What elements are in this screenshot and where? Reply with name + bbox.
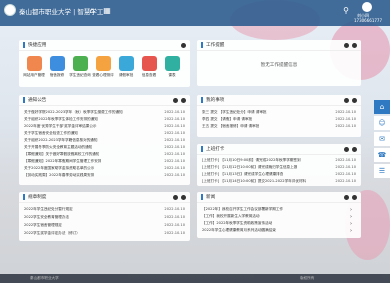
list-item[interactable]: 2022学生安全教育管理办法 2022.10.10 xyxy=(24,215,185,221)
refresh-icon[interactable] xyxy=(173,195,178,200)
list-item[interactable]: [上班打卡] 【11月13日】请完成学生心理健康排查 2022.10.10 xyxy=(202,172,356,178)
quick-apps-panel: 快捷应用 网站用户管理 宿舍报修 学生违纪查询 查看心理测评 请假审批 信息查看… xyxy=(19,40,190,87)
user-id: 17306661777 xyxy=(354,18,382,23)
list-item[interactable]: 【劳动实践周】2022年春季劳动实践周安排 2022.10.10 xyxy=(24,173,185,179)
settings-icon[interactable] xyxy=(352,195,357,200)
list-item[interactable]: 2022学生宿舍管理规定 2022.10.10 xyxy=(24,223,185,229)
panel-title: 我的事项 xyxy=(206,98,225,103)
list-item[interactable]: 【2022年】我校召开学生工作会议部署新学期工作 › xyxy=(202,207,356,213)
app-leave-approval[interactable]: 请假审批 xyxy=(115,56,137,78)
app-info-view[interactable]: 信息查看 xyxy=(138,56,160,78)
panel-title: 通知公告 xyxy=(28,98,47,103)
list-item[interactable]: 【工作】我校开展新生入学教育活动 › xyxy=(202,214,356,220)
list-item[interactable]: 关于做好学院2022-2023学年（秋）秋季学生缴费工作的通知 2022.10.1… xyxy=(24,110,185,116)
app-website-users[interactable]: 网站用户管理 xyxy=(23,56,45,78)
list-item[interactable]: 2022年学生心理健康教育月系列活动圆满结束 › xyxy=(202,228,356,234)
home-icon[interactable]: ⌂ xyxy=(86,4,98,16)
app-psych-test[interactable]: 查看心理测评 xyxy=(92,56,114,78)
list-item[interactable]: 关于组织2022年秋季学生体检工作安排的通知 2022.10.10 xyxy=(24,117,185,123)
app-violation-query[interactable]: 学生违纪查询 xyxy=(69,56,91,78)
panel-title: 规章制度 xyxy=(28,195,47,200)
side-chat-icon[interactable]: ✉ xyxy=(374,132,390,146)
panel-title: 快捷应用 xyxy=(28,43,47,48)
footer-right: 版权所有 xyxy=(300,276,315,280)
news-panel: 新闻 【2022年】我校召开学生工作会议部署新学期工作 › 【工作】我校开展新生入… xyxy=(197,192,361,238)
app-dorm-repair[interactable]: 宿舍报修 xyxy=(46,56,68,78)
settings-icon[interactable] xyxy=(181,98,186,103)
refresh-icon[interactable] xyxy=(344,98,349,103)
settings-icon[interactable] xyxy=(181,43,186,48)
refresh-icon[interactable] xyxy=(344,43,349,48)
list-item[interactable]: 【寒假通知】2022年寒假期间学生管理工作安排 2022.10.10 xyxy=(24,159,185,165)
chevron-right-icon: › xyxy=(350,228,352,234)
list-item[interactable]: [上班打卡] 【11月14日10:00前】提交2021-2022学年评优材料 20… xyxy=(202,179,356,185)
list-item[interactable]: 【寒假通知】关于做好寒假放假离校工作的通知 2022.10.10 xyxy=(24,152,185,158)
chevron-right-icon: › xyxy=(350,214,352,220)
list-item[interactable]: [上班打卡] 【11月12日10:00前】请完成晚归学生信息上报 2022.10.… xyxy=(202,165,356,171)
list-item[interactable]: [上班打卡] 【11月10日9:00前】请完成2022年秋季学期签到 2022.1… xyxy=(202,158,356,164)
footer-bar: 秦山都市职业大学 版权所有 xyxy=(0,274,390,283)
chevron-right-icon: › xyxy=(350,221,352,227)
side-menu-icon[interactable]: ☰ xyxy=(374,164,390,178)
settings-icon[interactable] xyxy=(352,43,357,48)
list-item[interactable]: 2022年度‘优秀学生干部’奖学金评审结果公示 2022.10.10 xyxy=(24,124,185,130)
list-item[interactable]: 关于组织2022-2023学年学籍信息核对的通知 2022.10.10 xyxy=(24,138,185,144)
refresh-icon[interactable] xyxy=(344,147,349,152)
list-item[interactable]: 【工作】2022年秋季学生资助政策宣传活动 › xyxy=(202,221,356,227)
refresh-icon[interactable] xyxy=(344,195,349,200)
list-item[interactable]: 关于2022年度国家助学金拟资助名单的公示 2022.10.10 xyxy=(24,166,185,172)
search-icon[interactable]: ⚲ xyxy=(340,4,352,16)
list-item[interactable]: 关于学生宿舍安全检查工作的通知 2022.10.10 xyxy=(24,131,185,137)
refresh-icon[interactable] xyxy=(173,98,178,103)
panel-title: 工作提醒 xyxy=(206,43,225,48)
grid-icon[interactable]: ▦ xyxy=(101,4,113,16)
footer-left: 秦山都市职业大学 xyxy=(30,276,59,280)
side-message-icon[interactable]: ☎ xyxy=(374,148,390,162)
avatar[interactable] xyxy=(362,2,372,12)
settings-icon[interactable] xyxy=(352,98,357,103)
school-logo xyxy=(4,4,16,16)
settings-icon[interactable] xyxy=(181,195,186,200)
side-home-icon[interactable]: ⌂ xyxy=(374,100,390,114)
side-user-icon[interactable]: ☺ xyxy=(374,116,390,130)
list-item[interactable]: 关于开展冬季防火安全教育主题活动的通知 2022.10.10 xyxy=(24,145,185,151)
work-reminder-panel: 工作提醒 暂无工作提醒信息 xyxy=(197,40,361,86)
list-item[interactable]: 2022年学生违纪处分暂行规定 2022.10.10 xyxy=(24,207,185,213)
app-timetable[interactable]: 课表 xyxy=(161,56,183,78)
checkin-panel: 上班打卡 [上班打卡] 【11月10日9:00前】请完成2022年秋季学期签到 2… xyxy=(197,144,361,186)
list-item[interactable]: 2022学生奖学金评定办法（修订） 2022.10.10 xyxy=(24,231,185,237)
chevron-right-icon: › xyxy=(350,207,352,213)
rules-panel: 规章制度 2022年学生违纪处分暂行规定 2022.10.10 2022学生安全教… xyxy=(19,192,190,241)
empty-message: 暂无工作提醒信息 xyxy=(260,63,298,68)
settings-icon[interactable] xyxy=(352,147,357,152)
notice-panel: 通知公告 关于做好学院2022-2023学年（秋）秋季学生缴费工作的通知 2022… xyxy=(19,95,190,185)
list-item[interactable]: 李四 提交 【请假】申请 请审批 2022.10.10 xyxy=(202,117,356,123)
todo-panel: 我的事项 张三 提交 【学生违纪处分】申请 请审批 2022.10.10 李四 提… xyxy=(197,95,361,137)
panel-title: 上班打卡 xyxy=(206,147,225,152)
panel-title: 新闻 xyxy=(206,195,216,200)
list-item[interactable]: 张三 提交 【学生违纪处分】申请 请审批 2022.10.10 xyxy=(202,110,356,116)
list-item[interactable]: 王五 提交 【宿舍报修】申请 请审批 2022.10.10 xyxy=(202,124,356,130)
